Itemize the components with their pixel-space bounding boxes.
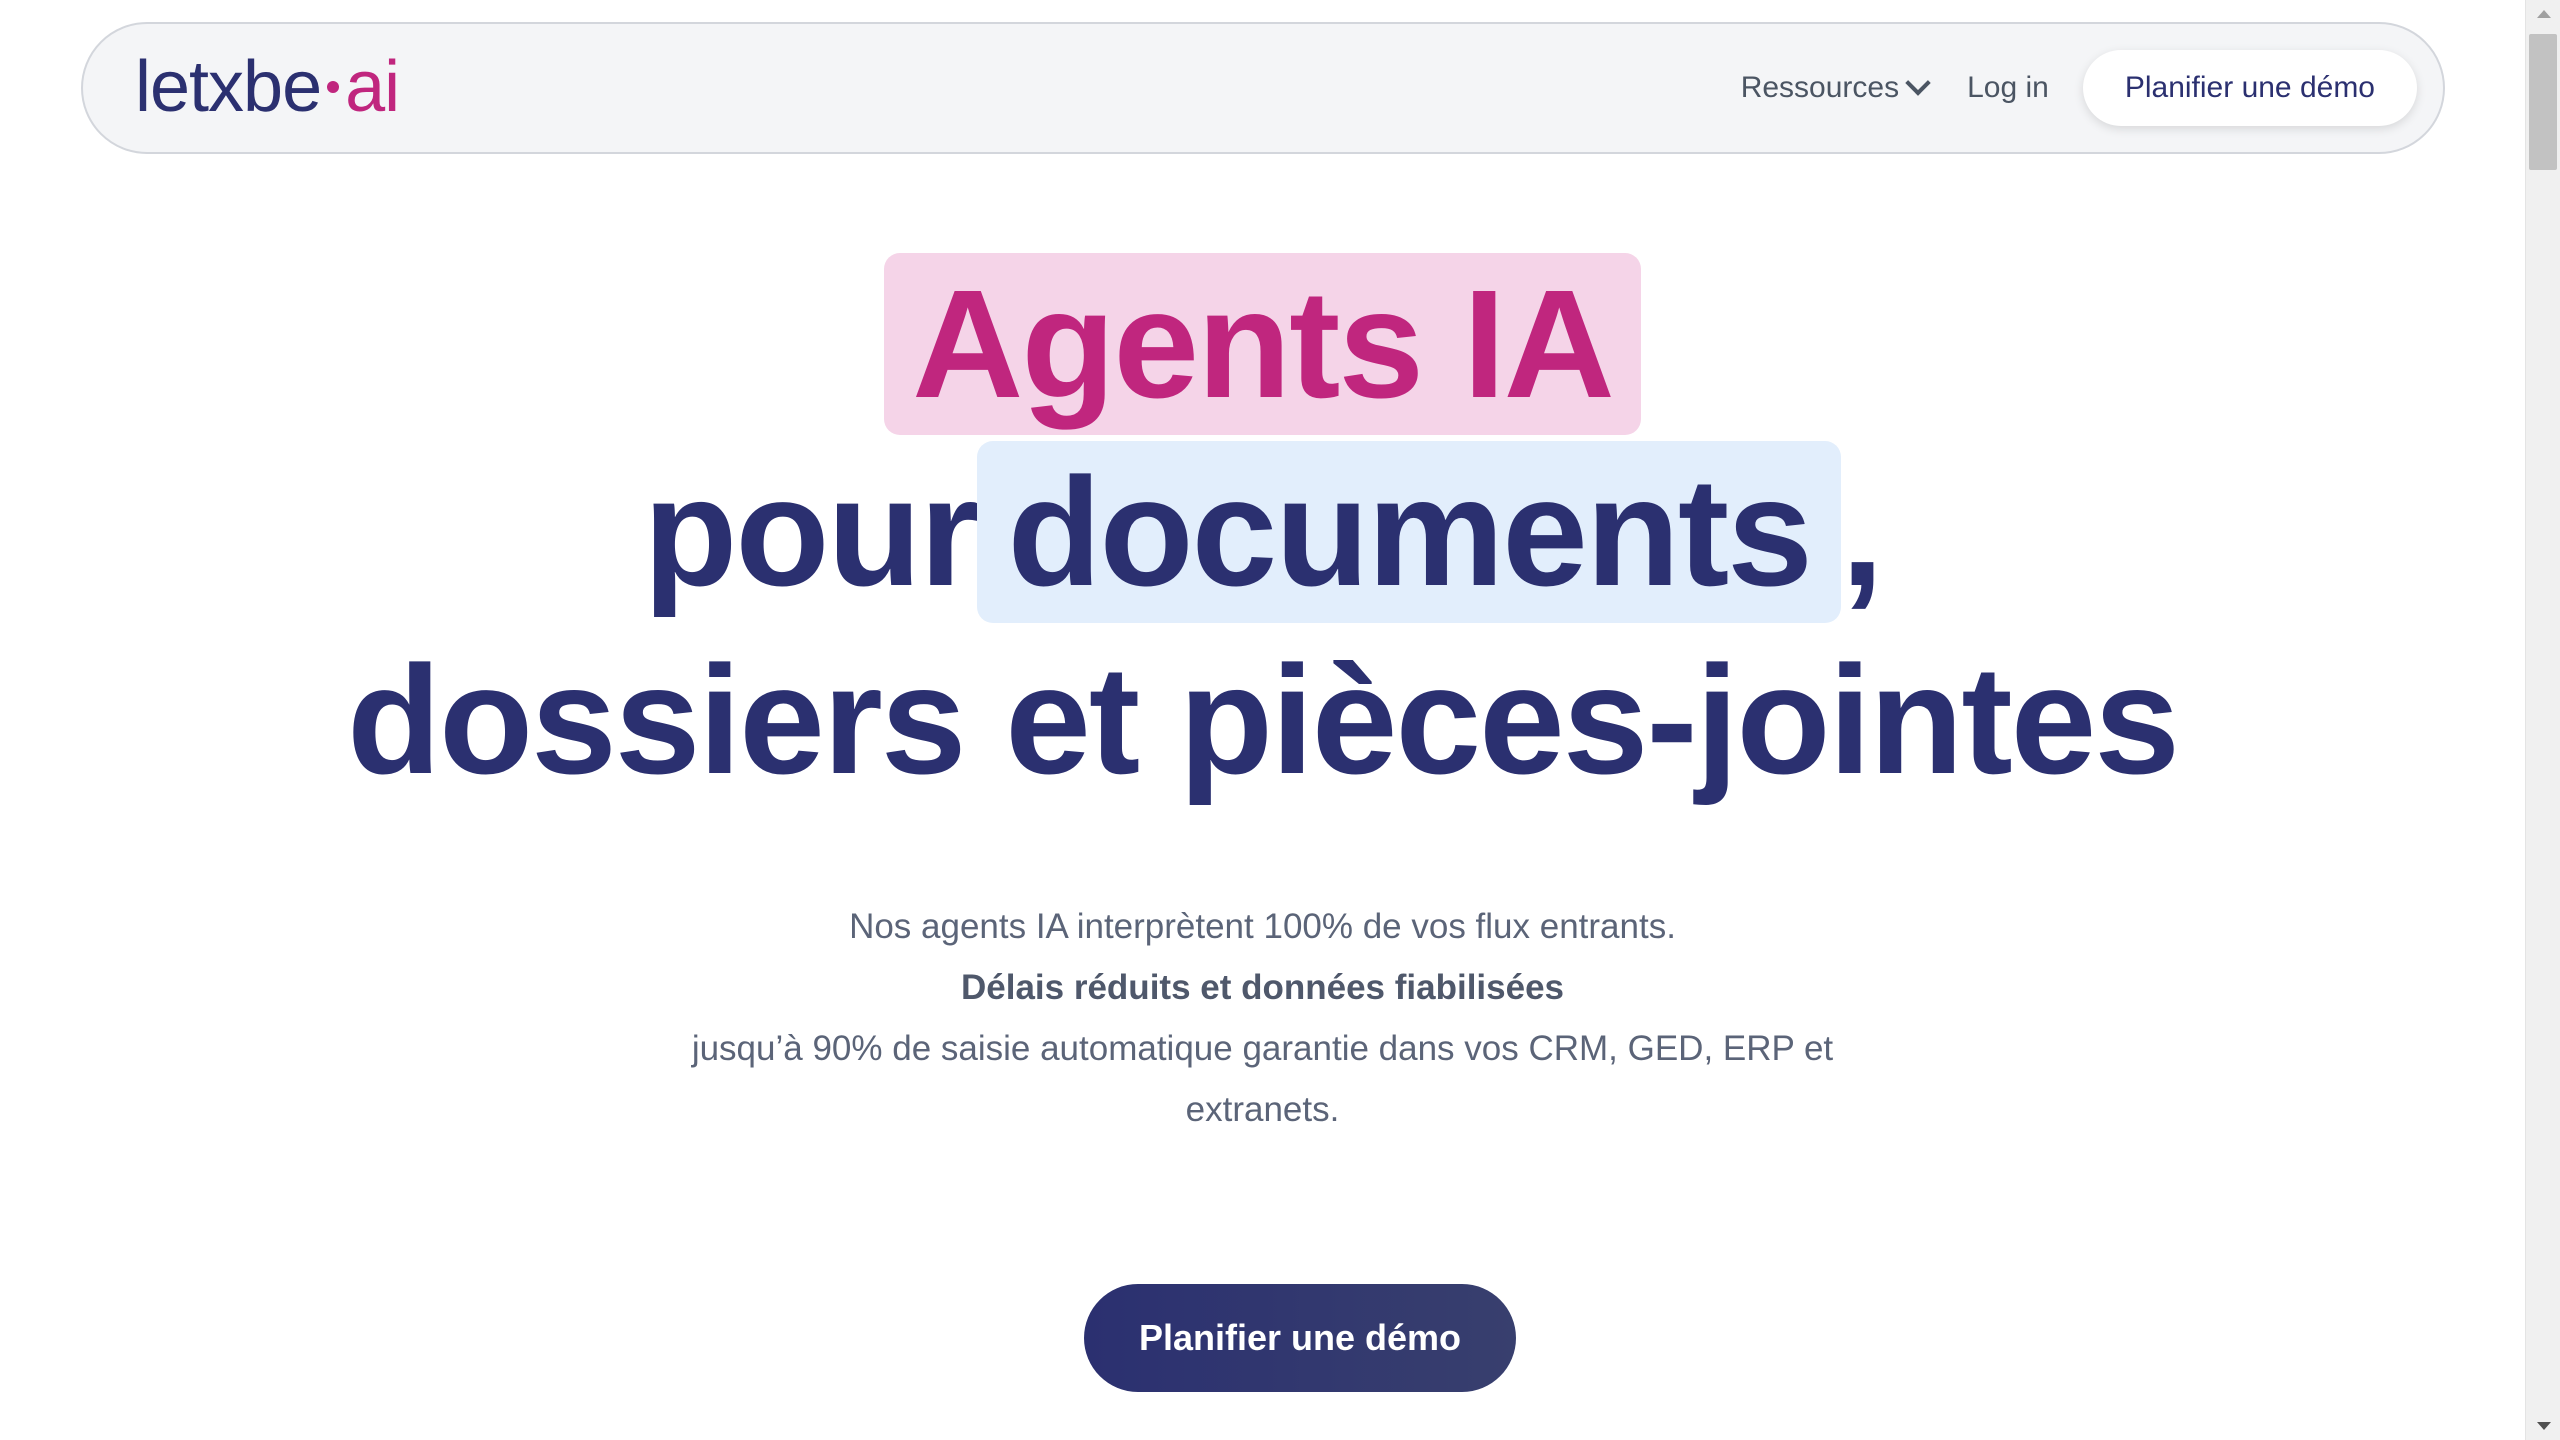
scroll-up-icon[interactable] [2537,10,2551,18]
hero-title-line-2: pour documents, [0,438,2525,626]
hero-subtitle: Nos agents IA interprètent 100% de vos f… [0,896,2525,1140]
subtitle-line-3: jusqu’à 90% de saisie automatique garant… [691,1029,1834,1068]
hero-title-line-1: Agents IA [0,250,2525,438]
nav-menu: Ressources Log in Planifier une démo [1741,50,2417,126]
highlight-agents-ia: Agents IA [884,253,1641,435]
title-dossiers: dossiers et pièces-jointes [347,634,2180,806]
scrollbar-thumb[interactable] [2529,34,2557,170]
highlight-documents: documents [977,441,1841,623]
logo-suffix: ai [345,47,400,127]
login-link[interactable]: Log in [1967,71,2049,105]
logo-wordmark: letxbe [135,47,322,127]
title-comma: , [1840,446,1884,618]
vertical-scrollbar[interactable] [2525,0,2560,1440]
logo-dot-icon [327,81,340,93]
hero-title: Agents IA pour documents, dossiers et piè… [0,250,2525,814]
subtitle-line-2: Délais réduits et données fiabilisées [961,968,1564,1007]
subtitle-line-1: Nos agents IA interprètent 100% de vos f… [849,907,1676,946]
nav-resources-label: Ressources [1740,71,1900,104]
brand-logo[interactable]: letxbe ai [135,47,400,127]
subtitle-line-4: extranets. [1185,1090,1340,1129]
hero-title-line-3: dossiers et pièces-jointes [0,626,2525,814]
top-navbar: letxbe ai Ressources Log in Planifier un… [81,22,2445,154]
scroll-down-icon[interactable] [2537,1422,2551,1430]
title-word-pour: pour [643,446,979,618]
page-viewport: letxbe ai Ressources Log in Planifier un… [0,0,2525,1440]
hero-book-demo-button[interactable]: Planifier une démo [1084,1284,1516,1392]
nav-book-demo-button[interactable]: Planifier une démo [2082,50,2417,126]
nav-resources-dropdown[interactable]: Ressources [1740,70,1931,105]
chevron-down-icon [1905,70,1931,96]
